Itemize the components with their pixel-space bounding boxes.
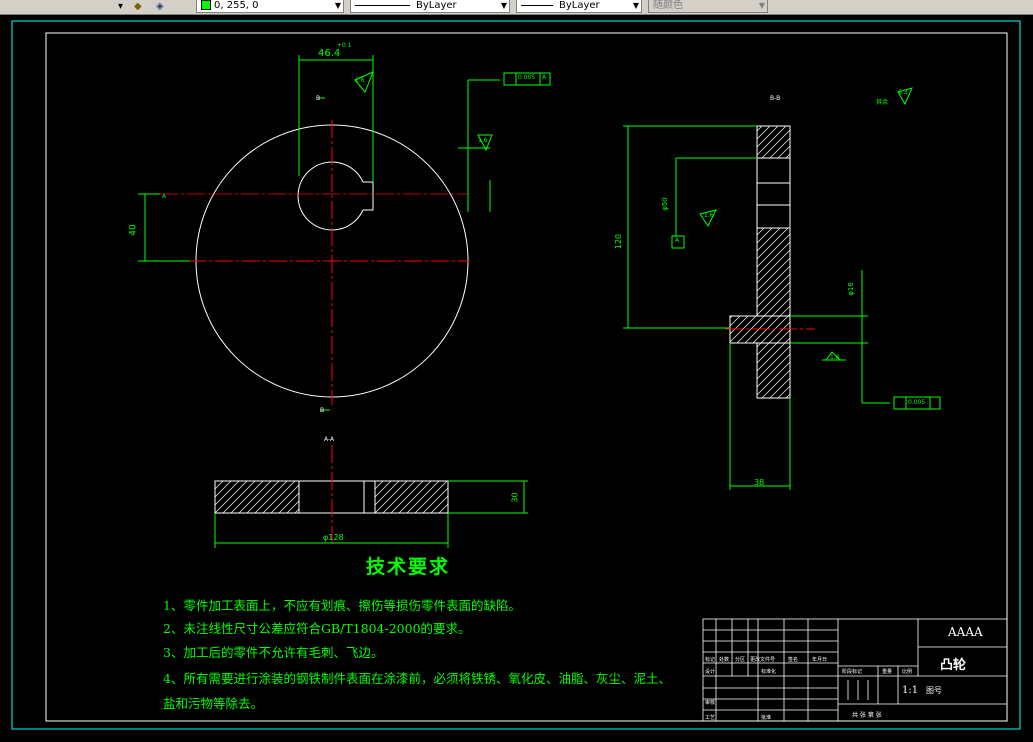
dim-bore-dia: φ16 [846,282,855,296]
drawing-svg [11,20,1021,730]
properties-toolbar: ▾ ◆ ◈ 0, 255, 0 ▼ ByLayer ▼ ByLayer ▼ 随颜… [0,0,1033,15]
stage-mark-label: 阶段标记 [842,669,863,675]
drawing-canvas[interactable]: 46.4 +0.1 1.6 0.005 A 40 B B A 1.6 A-A B… [0,15,1033,742]
section-label-aa: A-A [324,436,335,443]
scale-value: 1:1 [902,685,919,696]
linetype-preview [355,4,410,6]
dropdown-arrow-icon[interactable]: ▾ [118,0,123,13]
cut-label-b-bottom: B [320,407,325,414]
sign-label: 签名 [788,657,799,663]
color-combo[interactable]: 0, 255, 0 ▼ [196,0,344,13]
rest-label: 其余 [876,99,889,106]
chevron-down-icon: ▼ [500,1,507,10]
dim-slot-width-tol: +0.1 [337,42,352,49]
zone-label: 分区 [735,657,746,663]
requirement-3: 3、加工后的零件不允许有毛刺、飞边。 [163,645,384,660]
roughness-value: 1.6 [830,354,840,361]
process-label: 工艺 [705,715,716,721]
front-view [138,55,551,411]
color-value: 0, 255, 0 [214,0,259,11]
tolerance-value-1: 0.005 [518,74,536,81]
section-hatch [214,480,300,514]
roughness-value: 1.6 [355,77,365,84]
requirement-1: 1、零件加工表面上，不应有划痕、擦伤等损伤零件表面的缺陷。 [163,598,521,613]
dim-30: 30 [510,492,520,503]
dim-slot-width: 46.4 [318,48,341,59]
requirement-2: 2、未注线性尺寸公差应符合GB/T1804-2000的要求。 [163,621,471,636]
plotstyle-combo: 随颜色 ▼ [648,0,768,13]
lineweight-combo[interactable]: ByLayer ▼ [516,0,642,13]
requirement-4: 4、所有需要进行涂装的钢铁制件表面在涂漆前，必须将铁锈、氧化皮、油脂、灰尘、泥土… [163,671,671,686]
dim-40: 40 [128,224,139,236]
date-label: 年月日 [812,657,828,663]
sheet-info: 共 张 第 张 [852,712,882,719]
roughness-value: 1.6 [478,137,488,144]
company-name: AAAA [948,625,983,639]
dim-120: 120 [614,233,624,250]
chevron-down-icon: ▼ [758,1,765,10]
datum-label: A [542,74,547,81]
scale-label: 比例 [902,669,913,675]
linetype-value: ByLayer [416,0,457,11]
design-label: 设计 [705,669,716,675]
section-hatch [374,480,449,514]
requirement-5: 盐和污物等除去。 [163,696,264,711]
change-doc-label: 更改文件号 [750,657,776,663]
count-label: 处数 [719,657,730,663]
section-label-bb: B-B [770,95,781,102]
slot-bore [297,161,374,231]
weight-label: 重量 [882,669,893,675]
dim-shaft-dia: φ50 [660,197,669,211]
review-label: 审核 [705,700,716,706]
roughness-value: 1.6 [704,212,714,219]
lineweight-preview [521,4,553,6]
lineweight-value: ByLayer [559,0,600,11]
approve-label: 批准 [761,715,772,721]
dim-38: 38 [754,478,765,487]
section-view-aa [214,445,528,548]
cut-label-b-top: B [316,95,321,102]
layers-icon[interactable]: ◆ [134,0,142,13]
standardize-label: 标准化 [761,669,777,675]
chevron-down-icon: ▼ [334,1,341,10]
datum-label-c: A [675,237,680,244]
mark-label: 标记 [705,657,716,663]
dim-128: φ128 [323,533,344,542]
layer-states-icon[interactable]: ◈ [156,0,164,13]
roughness-rest: 6.3 [898,89,908,96]
part-name: 凸轮 [940,658,967,673]
section-hatch [756,227,791,317]
drawing-number-label: 图号 [926,686,942,695]
tech-requirements-title: 技术要求 [366,556,451,578]
chevron-down-icon: ▼ [632,1,639,10]
tolerance-value-2: 0.005 [908,399,926,406]
section-view-bb [623,87,941,490]
plotstyle-value: 随颜色 [653,0,683,11]
datum-label-left: A [162,193,167,200]
section-hatch [756,342,791,399]
section-hatch [756,125,791,159]
linetype-combo[interactable]: ByLayer ▼ [350,0,510,13]
color-swatch [201,0,211,10]
